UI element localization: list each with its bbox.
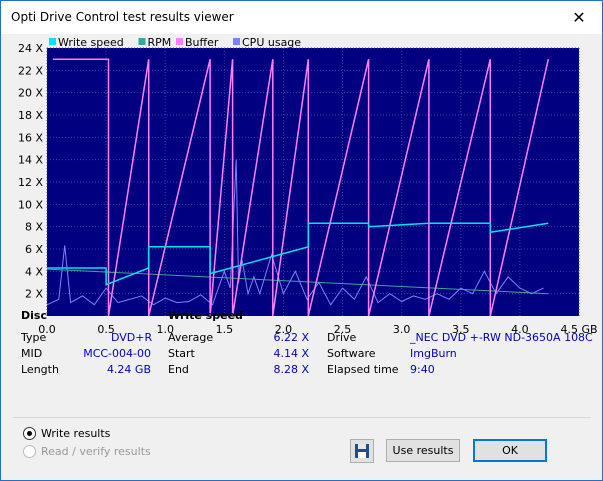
legend-swatch [176,38,183,45]
window-title: Opti Drive Control test results viewer [11,10,234,24]
legend-label: Write speed [58,36,124,49]
save-button[interactable] [350,439,374,463]
start-label: Start [168,347,195,360]
end-label: End [168,363,189,376]
y-tick-label: 8 X [25,221,43,234]
chart-panel: 2 X 4 X 6 X 8 X 10 X 12 X 14 X 16 X 18 X 20 X 22 X… [1,34,602,339]
y-tick-label: 6 X [25,243,43,256]
floppy-disk-icon [355,444,369,458]
close-icon[interactable]: ✕ [556,1,602,34]
disc-type-label: Type [21,331,47,344]
divider [13,417,591,418]
average-value: 6.22 X [273,331,309,344]
drive-label: Drive [327,331,357,344]
legend-label: Buffer [185,36,219,49]
software-value: ImgBurn [410,347,457,360]
write-results-label: Write results [41,427,111,440]
legend-swatch [138,38,146,45]
disc-mid-value: MCC-004-00 [83,347,151,360]
elapsed-time-label: Elapsed time [327,363,399,376]
end-value: 8.28 X [273,363,309,376]
y-tick-label: 4 X [25,265,43,278]
x-tick-label: 3.0 [393,323,411,336]
x-tick-label: 1.5 [216,323,234,336]
results-chart: 2 X 4 X 6 X 8 X 10 X 12 X 14 X 16 X 18 X 20 X 22 X… [18,36,598,336]
disc-length-value: 4.24 GB [106,363,151,376]
read-verify-results-label: Read / verify results [41,445,151,458]
y-tick-label: 18 X [18,109,43,122]
y-tick-label: 2 X [25,288,43,301]
start-value: 4.14 X [273,347,309,360]
disc-heading: Disc [21,309,47,322]
y-tick-label: 24 X [18,42,43,55]
drive-value: _NEC DVD +-RW ND-3650A 108C [410,331,593,344]
average-label: Average [168,331,214,344]
legend-label: RPM [148,36,172,49]
title-bar: Opti Drive Control test results viewer ✕ [1,1,602,34]
write-results-radio[interactable]: Write results [23,427,110,440]
disc-type-value: DVD+R [111,331,153,344]
elapsed-time-value: 9:40 [410,363,435,376]
legend-swatch [49,38,56,45]
disc-mid-label: MID [21,347,43,360]
disc-length-label: Length [21,363,59,376]
y-tick-label: 10 X [18,198,43,211]
write-speed-heading: Write speed [168,309,243,322]
radio-unselected-icon [23,445,36,458]
ok-button[interactable]: OK [473,439,547,462]
legend-swatch [233,38,240,45]
use-results-button[interactable]: Use results [386,439,460,462]
y-tick-label: 22 X [18,64,43,77]
results-viewer-window: Opti Drive Control test results viewer ✕… [0,0,603,481]
legend-label: CPU usage [242,36,301,49]
y-tick-label: 20 X [18,87,43,100]
read-verify-results-radio[interactable]: Read / verify results [23,445,151,458]
radio-selected-icon [23,427,36,440]
y-tick-label: 14 X [18,154,43,167]
y-tick-label: 16 X [18,131,43,144]
software-label: Software [327,347,376,360]
y-tick-label: 12 X [18,176,43,189]
